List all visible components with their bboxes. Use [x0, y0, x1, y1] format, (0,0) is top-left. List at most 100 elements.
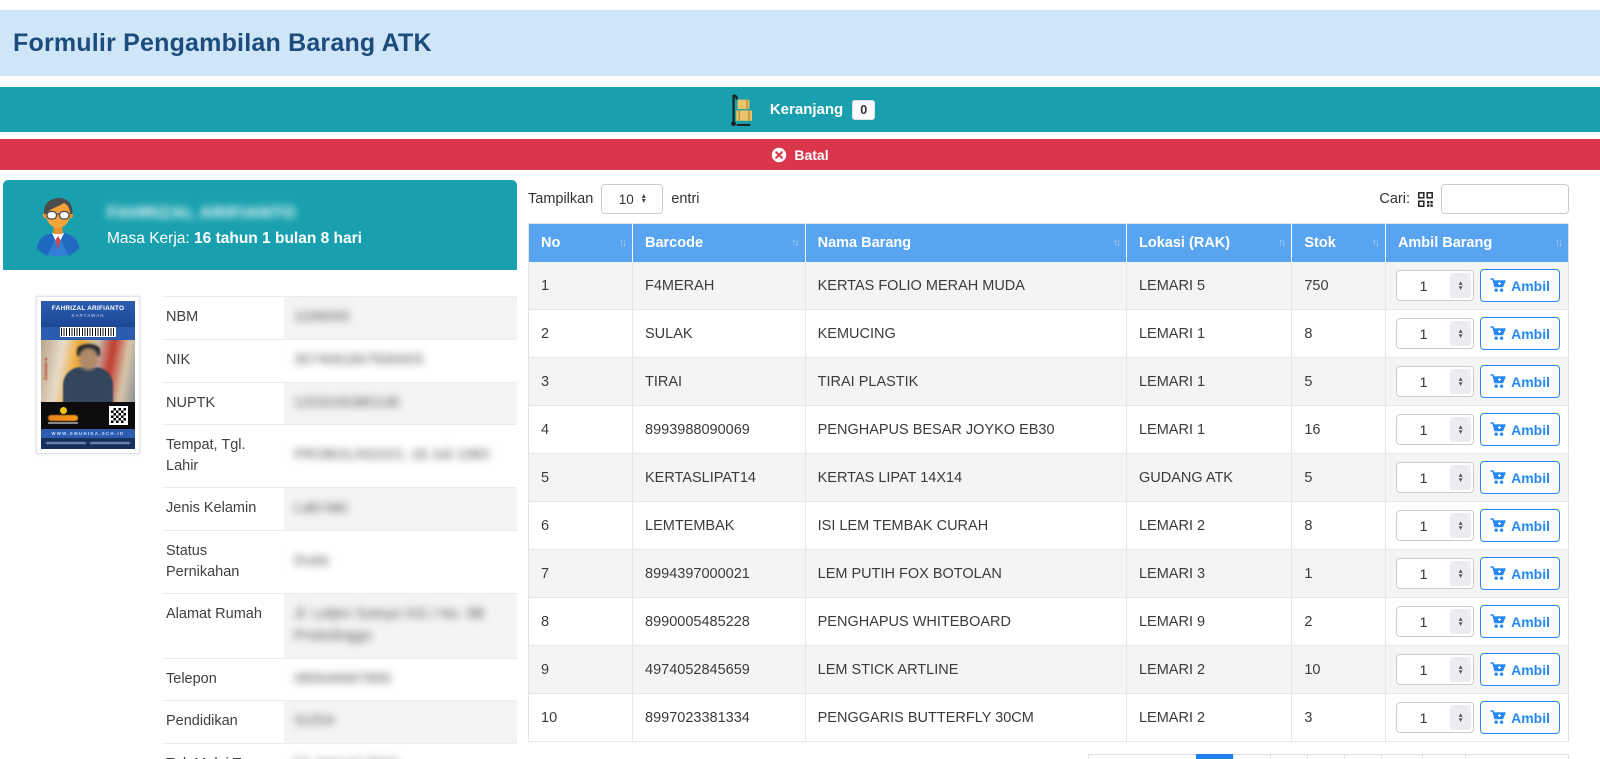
cell-no: 7	[528, 549, 633, 598]
employee-tenure: Masa Kerja: 16 tahun 1 bulan 8 hari	[107, 229, 362, 247]
cell-stok: 5	[1291, 453, 1386, 502]
pagination-page-3[interactable]: 3	[1269, 754, 1308, 759]
id-card-logo	[48, 407, 78, 424]
employee-detail-row: NBM 1196093	[162, 296, 517, 340]
cell-no: 4	[528, 405, 633, 454]
cart-plus-icon	[1490, 518, 1506, 533]
ambil-button[interactable]: Ambil	[1480, 557, 1560, 590]
quantity-stepper[interactable]: 1 ▴ ▾	[1395, 318, 1475, 349]
cart-button[interactable]: Keranjang 0	[0, 87, 1600, 132]
column-header-nama-barang[interactable]: Nama Barang ↑↓	[805, 223, 1127, 262]
table-row: 8 8990005485228 PENGHAPUS WHITEBOARD LEM…	[528, 597, 1569, 646]
pagination-ellipsis: …	[1380, 754, 1424, 759]
detail-label: NBM	[162, 296, 284, 340]
quantity-stepper[interactable]: 1 ▴ ▾	[1395, 270, 1475, 301]
cell-no: 3	[528, 357, 633, 406]
items-table-body: 1 F4MERAH KERTAS FOLIO MERAH MUDA LEMARI…	[528, 262, 1569, 742]
ambil-button[interactable]: Ambil	[1480, 269, 1560, 302]
pagination-page-1[interactable]: 1	[1195, 754, 1234, 759]
stepper-arrows-icon[interactable]: ▴ ▾	[1450, 561, 1472, 586]
employee-detail-row: Tempat, Tgl. Lahir PROBOLINGGO, 18 Juli …	[162, 424, 517, 488]
items-table-header-row: No ↑↓ Barcode ↑↓ Nama Barang ↑↓ Lokasi (RAK) ↑↓…	[528, 223, 1569, 262]
ambil-button[interactable]: Ambil	[1480, 461, 1560, 494]
cell-stok: 5	[1291, 357, 1386, 406]
cell-lokasi: LEMARI 1	[1126, 357, 1293, 406]
ambil-button[interactable]: Ambil	[1480, 605, 1560, 638]
barcode-scan-icon	[1418, 191, 1433, 207]
cell-nama-barang: PENGHAPUS WHITEBOARD	[805, 597, 1127, 646]
pagination-next[interactable]: Selanjutnya	[1465, 754, 1569, 759]
ambil-button[interactable]: Ambil	[1480, 653, 1560, 686]
ambil-button[interactable]: Ambil	[1480, 317, 1560, 350]
column-header-lokasi-rak-[interactable]: Lokasi (RAK) ↑↓	[1126, 223, 1293, 262]
cell-nama-barang: PENGGARIS BUTTERFLY 30CM	[805, 693, 1127, 742]
cell-nama-barang: TIRAI PLASTIK	[805, 357, 1127, 406]
pagination-prev[interactable]: Sebelumnya	[1087, 754, 1197, 759]
cell-no: 6	[528, 501, 633, 550]
cart-plus-icon	[1490, 470, 1506, 485]
cell-stok: 10	[1291, 645, 1386, 694]
stepper-arrows-icon[interactable]: ▴ ▾	[1450, 321, 1472, 346]
quantity-stepper[interactable]: 1 ▴ ▾	[1395, 366, 1475, 397]
table-row: 4 8993988090069 PENGHAPUS BESAR JOYKO EB…	[528, 405, 1569, 454]
cell-barcode: 8990005485228	[632, 597, 806, 646]
redacted-value: Jl. Letjen Sutoyo GG I No. 9B Probolingg…	[294, 606, 485, 644]
column-header-barcode[interactable]: Barcode ↑↓	[632, 223, 806, 262]
stepper-arrows-icon[interactable]: ▴ ▾	[1450, 513, 1472, 538]
table-row: 7 8994397000021 LEM PUTIH FOX BOTOLAN LE…	[528, 549, 1569, 598]
quantity-stepper[interactable]: 1 ▴ ▾	[1395, 558, 1475, 589]
employee-detail-row: Tgl. Mulai Tugas 01 Januari 2010	[162, 743, 517, 759]
cell-nama-barang: KERTAS FOLIO MERAH MUDA	[805, 262, 1127, 310]
quantity-stepper[interactable]: 1 ▴ ▾	[1395, 462, 1475, 493]
sort-icon: ↑↓	[791, 237, 799, 249]
pagination-page-13[interactable]: 13	[1422, 754, 1467, 759]
stepper-arrows-icon[interactable]: ▴ ▾	[1450, 273, 1472, 298]
redacted-value: 1203105385138	[294, 394, 399, 411]
ambil-button[interactable]: Ambil	[1480, 413, 1560, 446]
cell-barcode: 4974052845659	[632, 645, 806, 694]
stepper-arrows-icon[interactable]: ▴ ▾	[1450, 465, 1472, 490]
cell-no: 8	[528, 597, 633, 646]
cart-label: Keranjang	[769, 101, 844, 118]
employee-detail-row: Alamat Rumah Jl. Letjen Sutoyo GG I No. …	[162, 593, 517, 659]
quantity-stepper[interactable]: 1 ▴ ▾	[1395, 702, 1475, 733]
redacted-value: 3574061807830003	[294, 351, 424, 368]
stepper-arrows-icon[interactable]: ▴ ▾	[1450, 705, 1472, 730]
cell-stok: 3	[1291, 693, 1386, 742]
search-label: Cari:	[1379, 191, 1410, 207]
cell-nama-barang: KEMUCING	[805, 309, 1127, 358]
ambil-button[interactable]: Ambil	[1480, 365, 1560, 398]
id-card-role: KARYAWAN	[71, 313, 105, 318]
quantity-stepper[interactable]: 1 ▴ ▾	[1395, 414, 1475, 445]
quantity-stepper[interactable]: 1 ▴ ▾	[1395, 510, 1475, 541]
page-title: Formulir Pengambilan Barang ATK	[13, 28, 432, 57]
cell-nama-barang: PENGHAPUS BESAR JOYKO EB30	[805, 405, 1127, 454]
stepper-arrows-icon[interactable]: ▴ ▾	[1450, 369, 1472, 394]
column-header-stok[interactable]: Stok ↑↓	[1291, 223, 1386, 262]
column-header-ambil-barang[interactable]: Ambil Barang ↑↓	[1385, 223, 1569, 262]
stepper-arrows-icon[interactable]: ▴ ▾	[1450, 417, 1472, 442]
quantity-stepper[interactable]: 1 ▴ ▾	[1395, 606, 1475, 637]
detail-label: NIK	[162, 338, 284, 382]
pagination-page-4[interactable]: 4	[1306, 754, 1345, 759]
page-size-select[interactable]: 10 ▴ ▾	[601, 184, 664, 214]
stepper-arrows-icon[interactable]: ▴ ▾	[1450, 657, 1472, 682]
id-card-qr-code	[109, 406, 128, 425]
cell-lokasi: LEMARI 2	[1126, 645, 1293, 694]
employee-detail-row: Jenis Kelamin Laki-laki	[162, 487, 517, 531]
pagination-page-5[interactable]: 5	[1343, 754, 1382, 759]
ambil-button[interactable]: Ambil	[1480, 509, 1560, 542]
pagination-page-2[interactable]: 2	[1232, 754, 1271, 759]
ambil-button[interactable]: Ambil	[1480, 701, 1560, 734]
detail-label: Telepon	[162, 657, 284, 701]
quantity-stepper[interactable]: 1 ▴ ▾	[1395, 654, 1475, 685]
search-input[interactable]	[1441, 184, 1569, 214]
sort-icon: ↑↓	[1371, 237, 1379, 249]
sort-icon: ↑↓	[618, 237, 627, 249]
cancel-button[interactable]: Batal	[0, 139, 1600, 170]
column-header-no[interactable]: No ↑↓	[528, 223, 633, 262]
table-row: 6 LEMTEMBAK ISI LEM TEMBAK CURAH LEMARI …	[528, 501, 1569, 550]
employee-detail-row: NUPTK 1203105385138	[162, 381, 517, 425]
stepper-arrows-icon[interactable]: ▴ ▾	[1450, 609, 1472, 634]
cell-lokasi: LEMARI 2	[1126, 501, 1293, 550]
